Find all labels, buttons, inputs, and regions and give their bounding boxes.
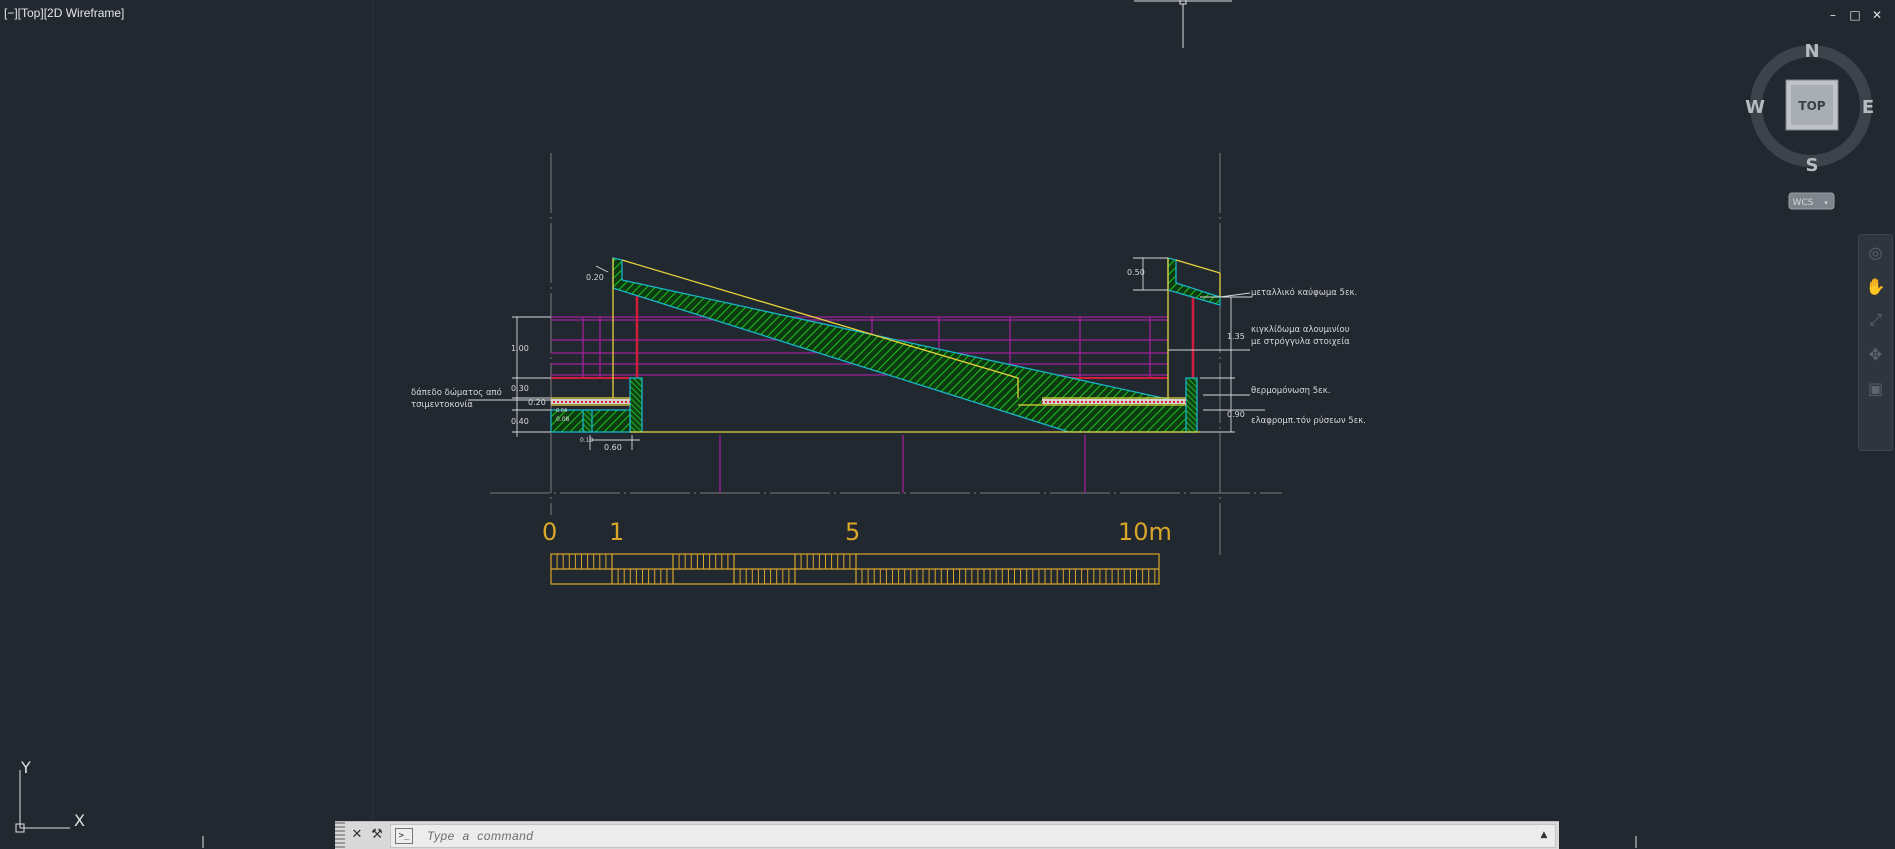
command-line-bar: ✕ ⚒ >_ ▲ (335, 821, 1559, 849)
drag-handle[interactable] (335, 822, 345, 849)
scale-bar: 0 1 5 10m (542, 518, 1172, 585)
orbit-icon[interactable]: ✥ (1859, 337, 1892, 371)
ucs-crosshair-top (1134, 0, 1232, 48)
note-metal-cover: μεταλλικό καύφωμα 5εκ. (1251, 287, 1357, 298)
dim-text: 0.50 (1127, 268, 1145, 277)
showmotion-icon[interactable]: ▣ (1859, 371, 1892, 405)
viewcube[interactable]: N S E W TOP WCS ▾ (1745, 41, 1874, 210)
dim-text: 0.60 (604, 443, 622, 452)
ucs-x-label: X (74, 811, 85, 830)
dim-text: 1.35 (1227, 332, 1245, 341)
note-insulation: θερμομόνωση 5εκ. (1251, 385, 1330, 396)
steering-wheel-icon[interactable]: ◎ (1859, 235, 1892, 269)
insulation (551, 399, 1186, 404)
drawing-canvas[interactable]: 0.20 0.50 1.00 0.30 0.20 0.40 0.08 0.10 … (0, 0, 1895, 848)
zoom-icon[interactable]: ⤢ (1859, 303, 1892, 337)
scale-label-0: 0 (542, 518, 557, 546)
customize-icon[interactable]: ⚒ (368, 826, 386, 844)
scale-label-1: 1 (609, 518, 624, 546)
pan-icon[interactable]: ✋ (1859, 269, 1892, 303)
close-icon[interactable]: ✕ (348, 826, 366, 844)
dim-text: 0.90 (1227, 410, 1245, 419)
command-input[interactable] (425, 826, 1529, 846)
compass-north[interactable]: N (1804, 41, 1819, 62)
dim-text: 0.08 (556, 416, 570, 423)
compass-east[interactable]: E (1862, 97, 1874, 118)
note-floor-line1: δάπεδο δώματος από (411, 387, 502, 398)
ucs-icon (15, 770, 70, 833)
note-slope: ελαφρομπ.τόν ρύσεων 5εκ. (1251, 415, 1366, 426)
scale-label-5: 5 (845, 518, 860, 546)
scale-label-10m: 10m (1118, 518, 1172, 546)
note-railing-line1: κιγκλίδωμα αλουμινίου (1251, 325, 1350, 335)
wcs-label[interactable]: WCS (1793, 198, 1814, 208)
dim-text: 0.04 (556, 408, 567, 414)
navigation-bar: ◎ ✋ ⤢ ✥ ▣ (1858, 234, 1893, 451)
dim-text: 0.30 (511, 384, 529, 393)
dim-text: 0.10 (580, 437, 594, 444)
viewcube-face-label[interactable]: TOP (1798, 99, 1825, 113)
drawing-viewport[interactable]: [−][Top][2D Wireframe] – □ ✕ 0.20 0.50 1… (0, 0, 1895, 849)
compass-south[interactable]: S (1806, 155, 1819, 176)
command-input-wrapper: >_ ▲ (390, 824, 1556, 848)
note-floor-line2: τσιμεντοκονία (411, 400, 473, 410)
dim-text: 0.20 (586, 273, 604, 282)
ucs-y-label: Y (20, 758, 31, 777)
command-prompt-icon[interactable]: >_ (395, 828, 413, 844)
dim-text: 0.20 (528, 398, 546, 407)
note-railing-line2: με στρόγγυλα στοιχεία (1251, 336, 1350, 347)
expand-history-icon[interactable]: ▲ (1537, 828, 1551, 842)
concrete-section (550, 257, 1221, 433)
compass-west[interactable]: W (1745, 97, 1765, 118)
dim-text: 0.40 (511, 417, 529, 426)
dim-text: 1.00 (511, 344, 529, 353)
chevron-down-icon[interactable]: ▾ (1824, 199, 1828, 207)
